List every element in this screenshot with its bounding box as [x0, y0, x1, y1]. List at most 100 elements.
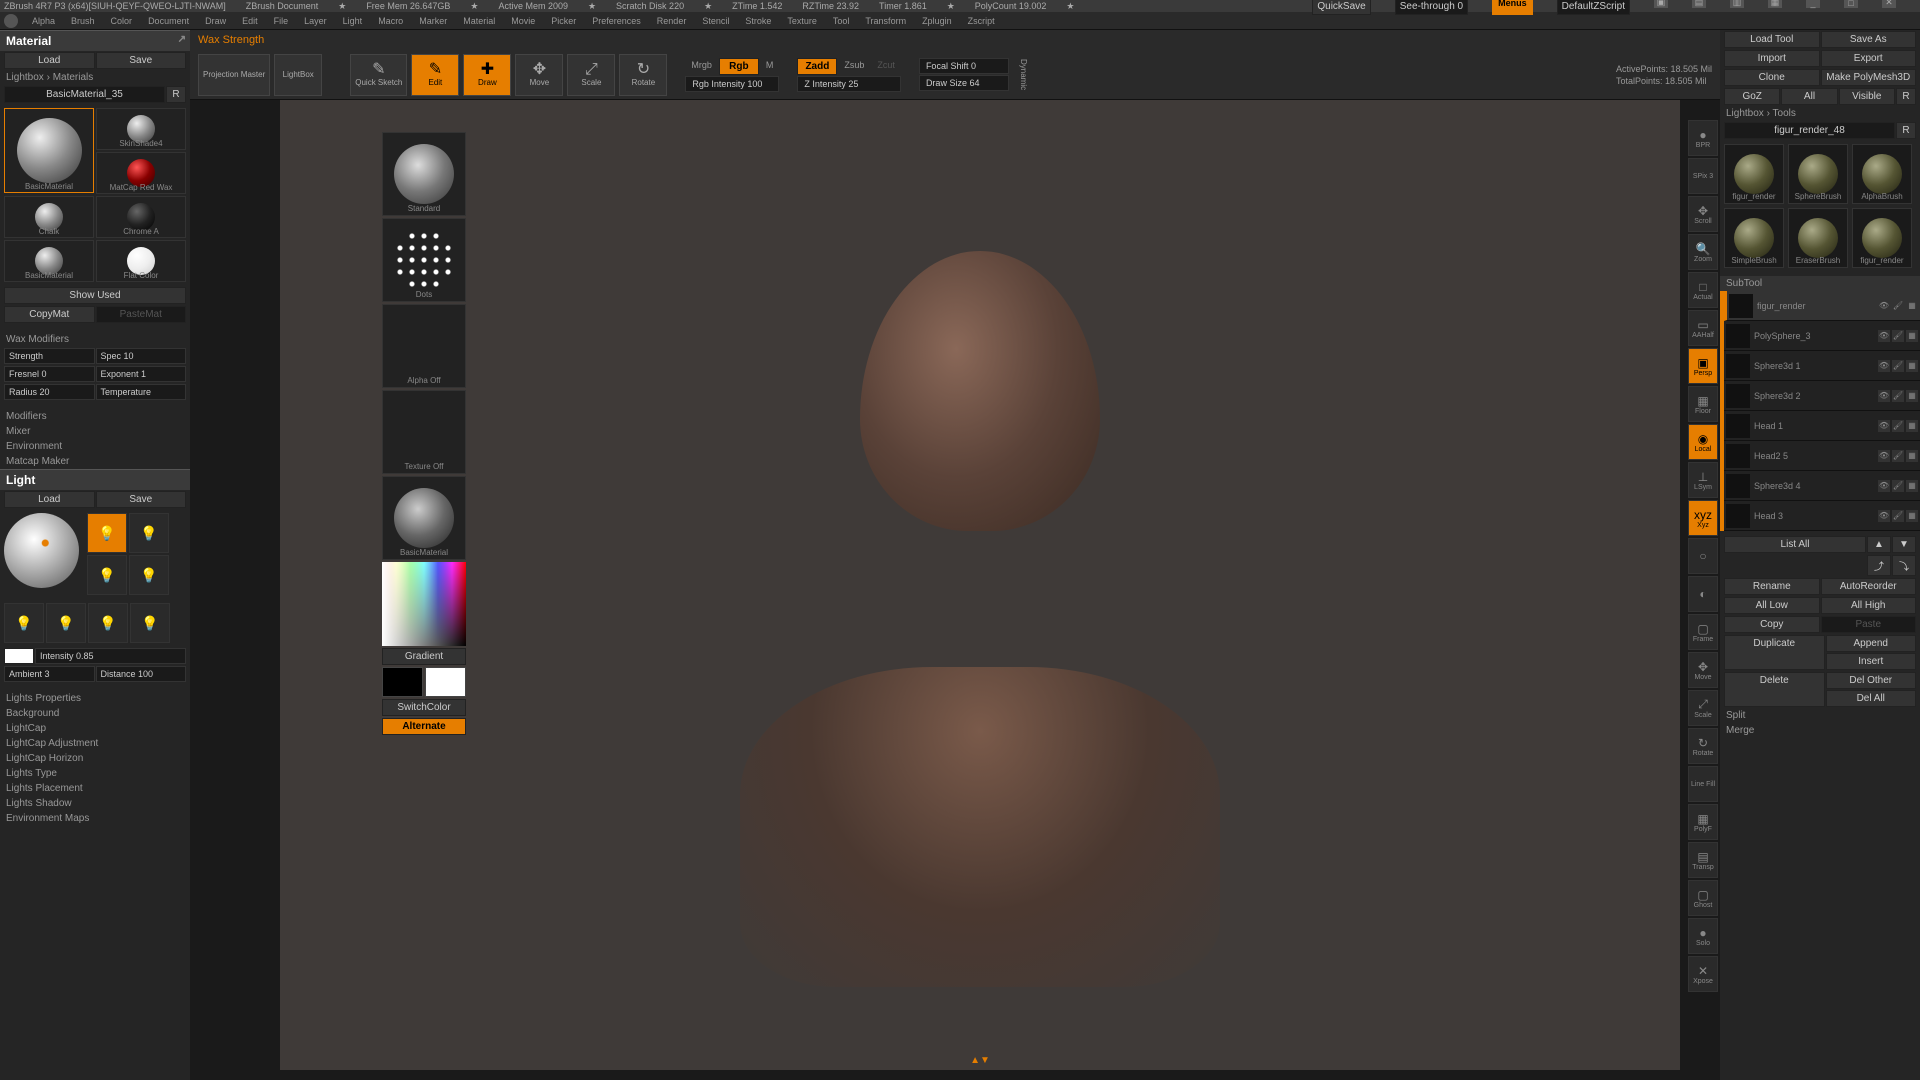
light-7-toggle[interactable]: 💡 [88, 603, 128, 643]
save-material-button[interactable]: Save [96, 52, 187, 69]
seethrough-slider[interactable]: See-through 0 [1395, 0, 1468, 15]
draw-mode-button[interactable]: ✚Draw [463, 54, 511, 96]
window-btn-icon[interactable]: ▥ [1730, 0, 1744, 8]
polyframe-icon[interactable]: ▦ [1906, 300, 1918, 312]
rgb-button[interactable]: Rgb [719, 58, 759, 75]
viewport-spix-3-button[interactable]: SPix 3 [1688, 158, 1718, 194]
menu-color[interactable]: Color [103, 16, 141, 26]
wax-radius-slider[interactable]: Radius 20 [4, 384, 95, 400]
viewport-line-fill-button[interactable]: Line Fill [1688, 766, 1718, 802]
zcut-button[interactable]: Zcut [871, 58, 901, 75]
focal-shift-slider[interactable]: Focal Shift 0 [919, 58, 1009, 74]
menu-transform[interactable]: Transform [857, 16, 914, 26]
distance-slider[interactable]: Distance 100 [96, 666, 187, 682]
window-btn-icon[interactable]: ▦ [1768, 0, 1782, 8]
show-used-button[interactable]: Show Used [4, 287, 186, 304]
lightbox-tools-link[interactable]: Lightbox › Tools [1720, 106, 1920, 121]
viewport-aahalf-button[interactable]: ▭AAHalf [1688, 310, 1718, 346]
viewport-rotate-button[interactable]: ↻Rotate [1688, 728, 1718, 764]
viewport-zoom-button[interactable]: 🔍Zoom [1688, 234, 1718, 270]
save-tool-button[interactable]: Save As [1821, 31, 1917, 48]
viewport-local-button[interactable]: ◉Local [1688, 424, 1718, 460]
goz-all-button[interactable]: All [1781, 88, 1837, 105]
viewport-○-button[interactable]: ○ [1688, 538, 1718, 574]
menu-layer[interactable]: Layer [296, 16, 335, 26]
lightcap-horizon-header[interactable]: LightCap Horizon [0, 751, 190, 766]
visibility-icon[interactable]: 👁 [1878, 420, 1890, 432]
polyframe-icon[interactable]: ▦ [1906, 420, 1918, 432]
load-tool-button[interactable]: Load Tool [1724, 31, 1820, 48]
secondary-color-swatch[interactable] [382, 667, 423, 697]
tool-figur_render-tile[interactable]: figur_render [1852, 208, 1912, 268]
modifiers-header[interactable]: Modifiers [0, 409, 190, 424]
arrow-down-icon[interactable]: ▼ [1892, 536, 1916, 553]
load-light-button[interactable]: Load [4, 491, 95, 508]
menu-stencil[interactable]: Stencil [694, 16, 737, 26]
quick-sketch-button[interactable]: ✎Quick Sketch [350, 54, 407, 96]
polyframe-icon[interactable]: ▦ [1906, 510, 1918, 522]
paint-icon[interactable]: 🖌 [1892, 360, 1904, 372]
viewport-persp-button[interactable]: ▣Persp [1688, 348, 1718, 384]
duplicate-button[interactable]: Duplicate [1724, 635, 1825, 670]
light-color-swatch[interactable] [4, 648, 34, 664]
material-swatch-flat[interactable]: Flat Color [96, 240, 186, 282]
split-header[interactable]: Split [1720, 708, 1920, 723]
subtool-row[interactable]: figur_render👁🖌▦ [1724, 291, 1920, 321]
rotate-mode-button[interactable]: ↻Rotate [619, 54, 667, 96]
menu-picker[interactable]: Picker [543, 16, 584, 26]
import-button[interactable]: Import [1724, 50, 1820, 67]
light-direction-sphere[interactable] [4, 513, 79, 588]
dynamic-label[interactable]: Dynamic [1013, 57, 1034, 92]
light-6-toggle[interactable]: 💡 [46, 603, 86, 643]
light-5-toggle[interactable]: 💡 [4, 603, 44, 643]
material-swatch-chrome[interactable]: Chrome A [96, 196, 186, 238]
tool-spherebrush-tile[interactable]: SphereBrush [1788, 144, 1848, 204]
all-low-button[interactable]: All Low [1724, 597, 1820, 614]
environment-header[interactable]: Environment [0, 439, 190, 454]
zsub-button[interactable]: Zsub [838, 58, 870, 75]
environment-maps-header[interactable]: Environment Maps [0, 811, 190, 826]
viewport-solo-button[interactable]: ●Solo [1688, 918, 1718, 954]
subtool-row[interactable]: Sphere3d 2👁🖌▦ [1724, 381, 1920, 411]
rgb-intensity-slider[interactable]: Rgb Intensity 100 [685, 76, 779, 92]
mrgb-button[interactable]: Mrgb [685, 58, 718, 75]
menu-file[interactable]: File [266, 16, 297, 26]
polyframe-icon[interactable]: ▦ [1906, 450, 1918, 462]
viewport-move-button[interactable]: ✥Move [1688, 652, 1718, 688]
menu-movie[interactable]: Movie [503, 16, 543, 26]
viewport-ghost-button[interactable]: ▢Ghost [1688, 880, 1718, 916]
viewport-bpr-button[interactable]: ●BPR [1688, 120, 1718, 156]
lights-properties-header[interactable]: Lights Properties [0, 691, 190, 706]
projection-master-button[interactable]: Projection Master [198, 54, 270, 96]
tool-alphabrush-tile[interactable]: AlphaBrush [1852, 144, 1912, 204]
visibility-icon[interactable]: 👁 [1878, 360, 1890, 372]
light-intensity-slider[interactable]: Intensity 0.85 [35, 648, 186, 664]
goz-visible-button[interactable]: Visible [1839, 88, 1895, 105]
lights-placement-header[interactable]: Lights Placement [0, 781, 190, 796]
copy-button[interactable]: Copy [1724, 616, 1820, 633]
lights-shadow-header[interactable]: Lights Shadow [0, 796, 190, 811]
alternate-button[interactable]: Alternate [382, 718, 466, 735]
ambient-slider[interactable]: Ambient 3 [4, 666, 95, 682]
save-light-button[interactable]: Save [96, 491, 187, 508]
wax-strength-slider[interactable]: Strength [4, 348, 95, 364]
menus-toggle[interactable]: Menus [1492, 0, 1533, 15]
delete-button[interactable]: Delete [1724, 672, 1825, 707]
menu-edit[interactable]: Edit [234, 16, 266, 26]
subtool-row[interactable]: Sphere3d 1👁🖌▦ [1724, 351, 1920, 381]
alpha-off-tile[interactable]: Alpha Off [382, 304, 466, 388]
light-2-toggle[interactable]: 💡 [129, 513, 169, 553]
primary-color-swatch[interactable] [425, 667, 466, 697]
switchcolor-button[interactable]: SwitchColor [382, 699, 466, 716]
current-material-tile[interactable]: BasicMaterial [382, 476, 466, 560]
append-button[interactable]: Append [1826, 635, 1917, 652]
material-swatch-basic[interactable]: BasicMaterial [4, 108, 94, 193]
background-header[interactable]: Background [0, 706, 190, 721]
arrow-up-icon[interactable]: ▲ [1867, 536, 1891, 553]
visibility-icon[interactable]: 👁 [1878, 480, 1890, 492]
export-button[interactable]: Export [1821, 50, 1917, 67]
viewport-actual-button[interactable]: □Actual [1688, 272, 1718, 308]
insert-button[interactable]: Insert [1826, 653, 1917, 670]
edit-mode-button[interactable]: ✎Edit [411, 54, 459, 96]
scale-mode-button[interactable]: ⤢Scale [567, 54, 615, 96]
